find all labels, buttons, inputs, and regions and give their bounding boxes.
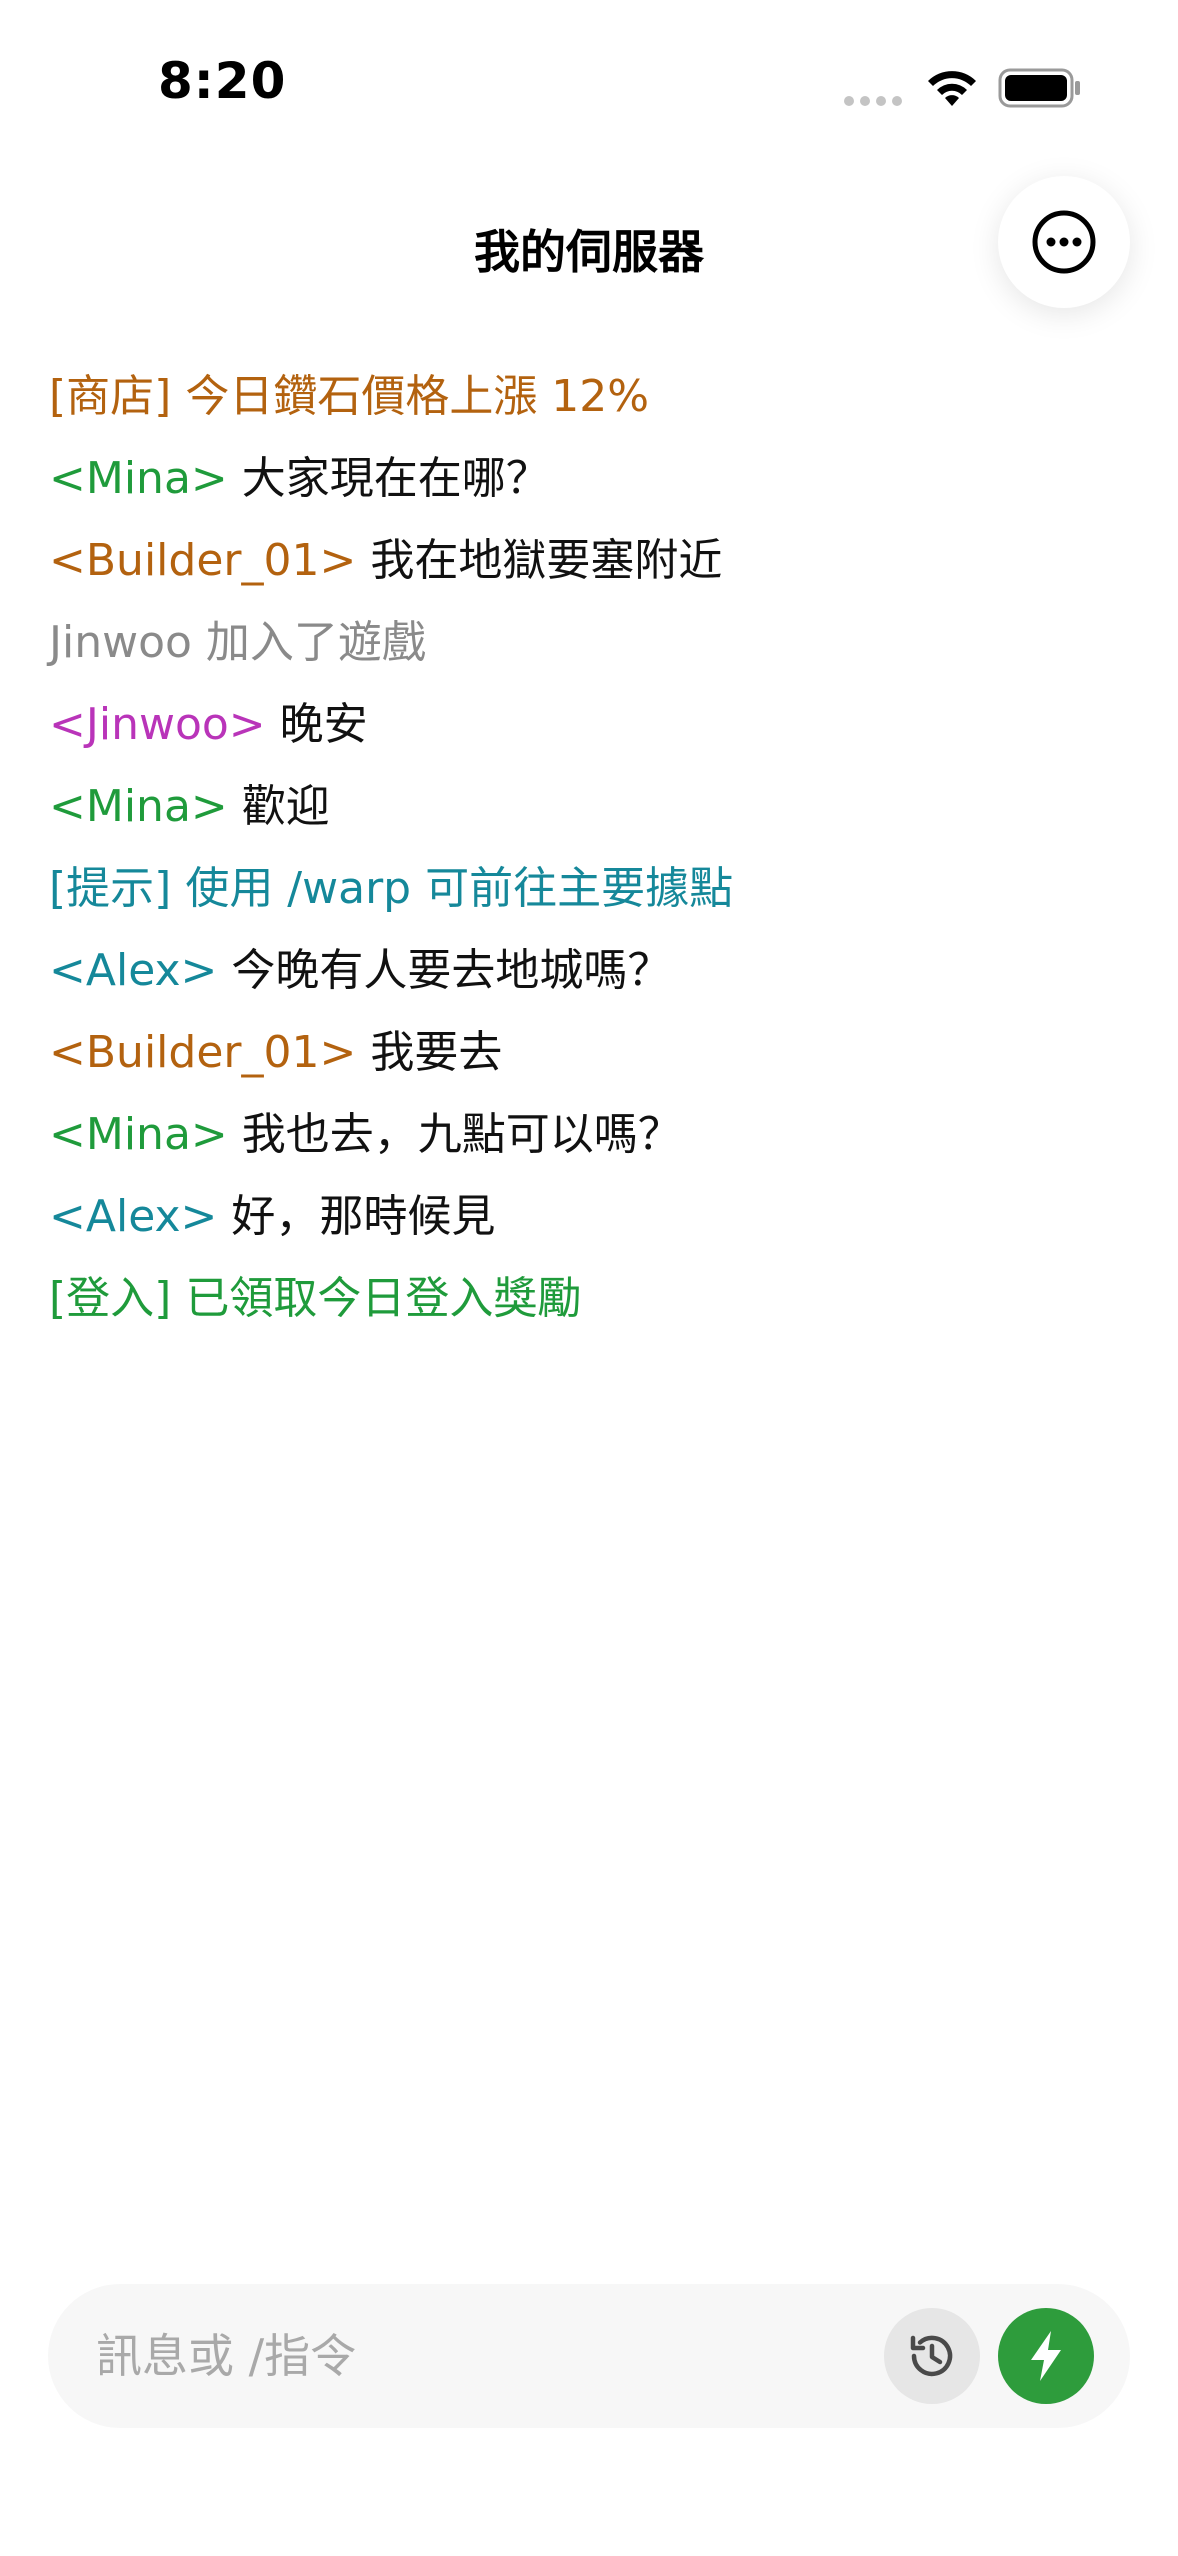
chat-line-prefix: Jinwoo 加入了遊戲 (49, 617, 426, 668)
chat-line-message: 歡迎 (227, 781, 330, 832)
chat-line: <Builder_01> 我在地獄要塞附近 (49, 526, 1129, 608)
chat-line-message: 今晚有人要去地城嗎？ (217, 945, 672, 996)
chat-line: <Builder_01> 我要去 (49, 1018, 1129, 1100)
chat-line-prefix: [登入] 已領取今日登入獎勵 (49, 1273, 582, 1324)
chat-line: <Mina> 歡迎 (49, 772, 1129, 854)
chat-line: <Mina> 大家現在在哪？ (49, 444, 1129, 526)
more-horizontal-circle-icon (1032, 210, 1096, 274)
chat-line: <Jinwoo> 晚安 (49, 690, 1129, 772)
chat-line-prefix: [提示] 使用 /warp 可前往主要據點 (49, 863, 734, 914)
chat-line: [提示] 使用 /warp 可前往主要據點 (49, 854, 1129, 936)
quick-command-button[interactable] (998, 2308, 1094, 2404)
chat-line-prefix: <Alex> (49, 1191, 218, 1242)
chat-line-prefix: <Mina> (49, 781, 228, 832)
chat-line: Jinwoo 加入了遊戲 (49, 608, 1129, 690)
chat-line-message: 我也去，九點可以嗎？ (227, 1109, 682, 1160)
battery-icon (998, 68, 1080, 108)
lightning-bolt-icon (1031, 2331, 1061, 2381)
history-button[interactable] (884, 2308, 980, 2404)
chat-line-prefix: <Mina> (49, 453, 228, 504)
chat-line-prefix: <Mina> (49, 1109, 228, 1160)
chat-line: <Alex> 好，那時候見 (49, 1182, 1129, 1264)
chat-line-prefix: [商店] 今日鑽石價格上漲 12% (49, 371, 650, 422)
chat-line-message: 我要去 (356, 1027, 503, 1078)
chat-line-message: 好，那時候見 (217, 1191, 496, 1242)
status-bar: 8:20 (0, 0, 1178, 170)
chat-line: [登入] 已領取今日登入獎勵 (49, 1264, 1129, 1346)
chat-line-prefix: <Builder_01> (49, 535, 357, 586)
chat-log: [商店] 今日鑽石價格上漲 12% <Mina> 大家現在在哪？ <Builder_… (49, 362, 1129, 1346)
status-time: 8:20 (158, 52, 287, 110)
message-input[interactable] (96, 2284, 916, 2428)
wifi-icon (928, 71, 976, 106)
history-icon (910, 2335, 953, 2377)
message-composer (48, 2284, 1130, 2428)
chat-line-prefix: <Jinwoo> (49, 699, 266, 750)
chat-line-prefix: <Alex> (49, 945, 218, 996)
chat-line: [商店] 今日鑽石價格上漲 12% (49, 362, 1129, 444)
chat-line: <Alex> 今晚有人要去地城嗎？ (49, 936, 1129, 1018)
chat-line-message: 晚安 (265, 699, 368, 750)
chat-line: <Mina> 我也去，九點可以嗎？ (49, 1100, 1129, 1182)
cellular-signal-icon (844, 96, 902, 106)
more-options-button[interactable] (998, 176, 1130, 308)
chat-line-prefix: <Builder_01> (49, 1027, 357, 1078)
chat-line-message: 我在地獄要塞附近 (356, 535, 723, 586)
chat-line-message: 大家現在在哪？ (227, 453, 550, 504)
